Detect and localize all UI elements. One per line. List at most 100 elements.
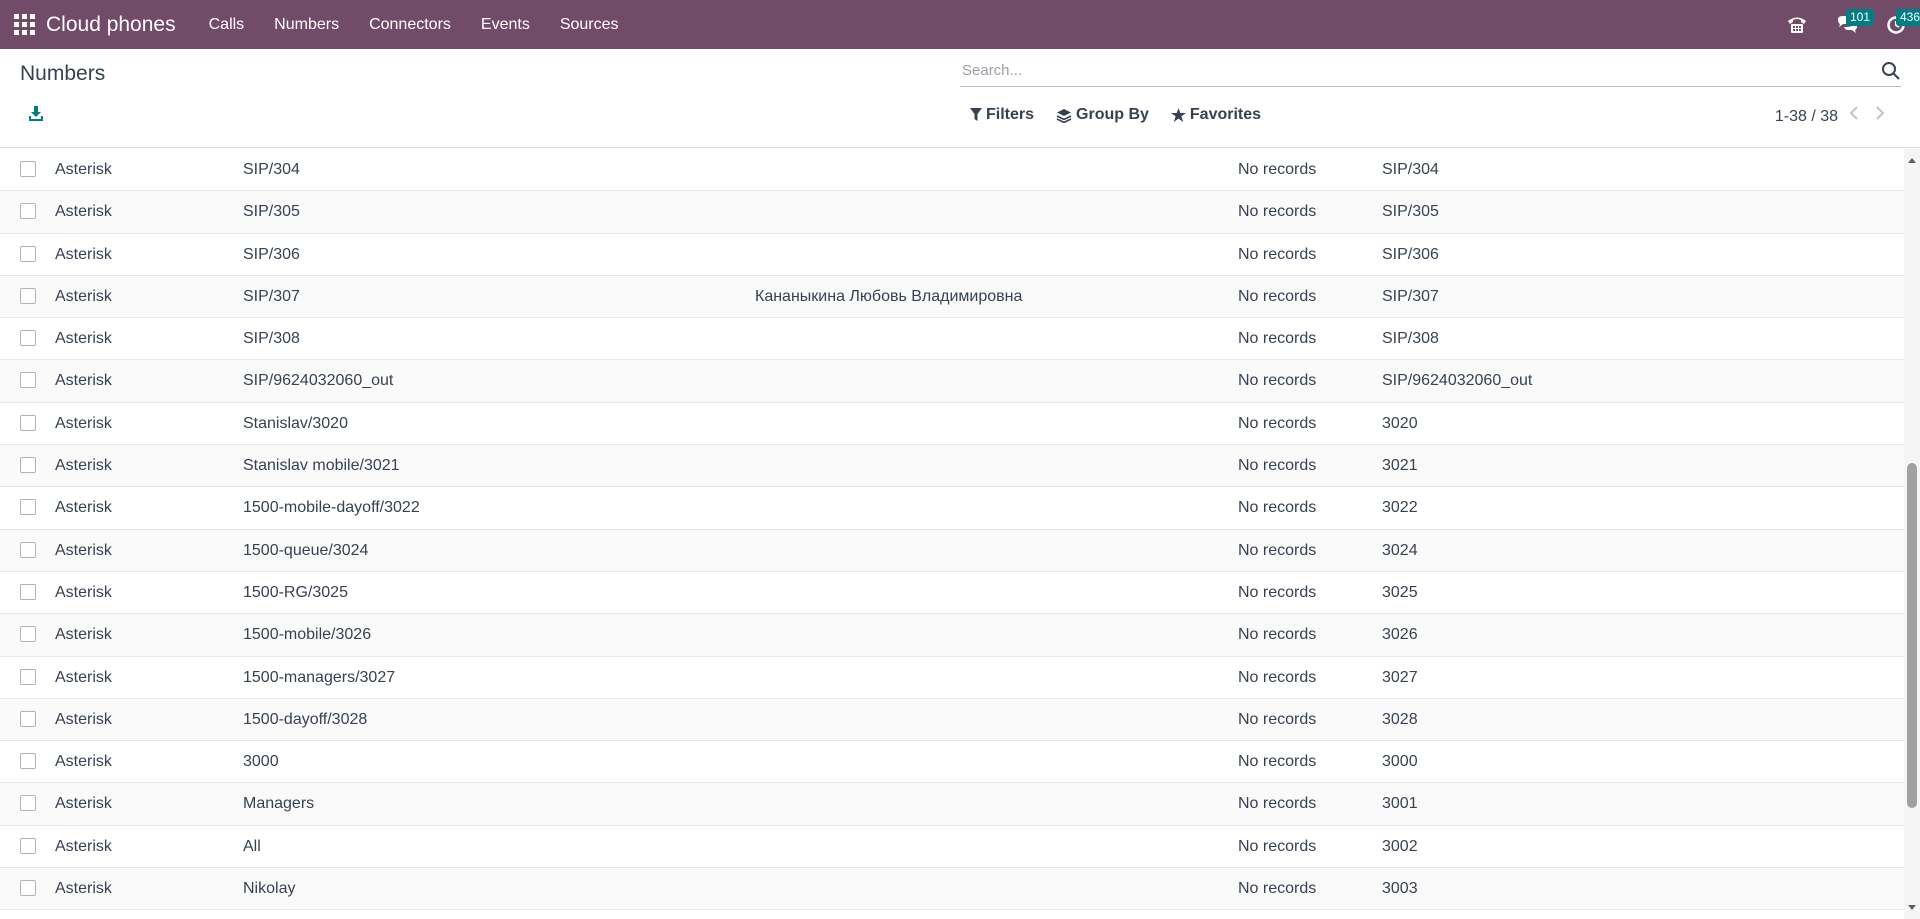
phone-icon — [1788, 17, 1806, 33]
records-cell: No records — [1238, 753, 1317, 771]
connector-cell: Asterisk — [55, 583, 112, 601]
scroll-up-arrow-icon[interactable] — [1907, 155, 1917, 165]
menu-item-numbers[interactable]: Numbers — [259, 0, 354, 49]
name-cell: 3000 — [243, 753, 279, 771]
table-row[interactable]: Asterisk SIP/304 No records SIP/304 — [0, 149, 1904, 192]
row-checkbox[interactable] — [20, 161, 36, 177]
name-cell: SIP/9624032060_out — [243, 372, 394, 390]
table-row[interactable]: Asterisk SIP/305 No records SIP/305 — [0, 191, 1904, 234]
layers-icon — [1056, 108, 1072, 123]
apps-menu-icon[interactable] — [12, 13, 36, 37]
menu-item-calls[interactable]: Calls — [194, 0, 260, 49]
messages-count-badge: 101 — [1846, 9, 1875, 26]
favorites-button[interactable]: Favorites — [1170, 106, 1261, 124]
table-row[interactable]: Asterisk 1500-queue/3024 No records 3024 — [0, 529, 1904, 572]
number-cell: 3001 — [1382, 795, 1418, 813]
number-cell: SIP/304 — [1382, 161, 1439, 178]
number-cell: 3024 — [1382, 541, 1418, 559]
row-checkbox[interactable] — [20, 499, 36, 516]
row-checkbox[interactable] — [20, 837, 36, 854]
row-checkbox[interactable] — [20, 626, 36, 643]
records-cell: No records — [1238, 795, 1317, 813]
connector-cell: Asterisk — [55, 541, 112, 559]
row-checkbox[interactable] — [20, 583, 36, 600]
row-checkbox[interactable] — [20, 203, 36, 220]
table-row[interactable]: Asterisk 3000 No records 3000 — [0, 741, 1904, 784]
number-cell: 3000 — [1382, 753, 1418, 771]
row-checkbox[interactable] — [20, 414, 36, 431]
row-checkbox[interactable] — [20, 245, 36, 262]
number-cell: SIP/308 — [1382, 330, 1439, 348]
search-input[interactable] — [960, 56, 1860, 84]
records-cell: No records — [1238, 668, 1317, 686]
name-cell: SIP/305 — [243, 203, 300, 221]
search-icon[interactable] — [1881, 61, 1901, 81]
row-checkbox[interactable] — [20, 710, 36, 727]
name-cell: 1500-managers/3027 — [243, 668, 396, 686]
menu-item-sources[interactable]: Sources — [545, 0, 634, 49]
table-row[interactable]: Asterisk 1500-mobile/3026 No records 3026 — [0, 614, 1904, 657]
filters-button[interactable]: Filters — [970, 106, 1034, 124]
number-cell: 3028 — [1382, 710, 1418, 728]
group-by-label: Group By — [1076, 106, 1149, 123]
pager-value[interactable]: 1-38 / 38 — [1775, 108, 1838, 126]
download-icon — [29, 106, 43, 121]
menu-item-connectors[interactable]: Connectors — [354, 0, 466, 49]
group-by-button[interactable]: Group By — [1056, 106, 1149, 124]
scroll-down-arrow-icon[interactable] — [1907, 903, 1917, 913]
scroll-thumb[interactable] — [1907, 463, 1917, 808]
systray: 101 436 — [1772, 0, 1920, 49]
table-row[interactable]: Asterisk 1500-managers/3027 No records 3027 — [0, 657, 1904, 699]
table-row[interactable]: Asterisk SIP/306 No records SIP/306 — [0, 234, 1904, 276]
download-button[interactable] — [28, 105, 52, 129]
row-checkbox[interactable] — [20, 330, 36, 347]
connector-cell: Asterisk — [55, 414, 112, 432]
row-checkbox[interactable] — [20, 457, 36, 474]
table-row[interactable]: Asterisk All No records 3002 — [0, 826, 1904, 869]
name-cell: 1500-queue/3024 — [243, 541, 369, 559]
name-cell: All — [243, 837, 261, 855]
table-row[interactable]: Asterisk SIP/308 No records SIP/308 — [0, 318, 1904, 361]
table-row[interactable]: Asterisk 1500-dayoff/3028 No records 3028 — [0, 698, 1904, 742]
filters-label: Filters — [986, 106, 1035, 123]
numbers-list: Asterisk SIP/304 No records SIP/304 Asteris… — [0, 149, 1904, 919]
records-cell: No records — [1238, 837, 1317, 855]
table-row[interactable]: Asterisk 1500-mobile-dayoff/3022 No record… — [0, 487, 1904, 530]
table-row[interactable]: Asterisk 1500-RG/3025 No records 3025 — [0, 572, 1904, 615]
phone-tray-button[interactable] — [1772, 0, 1822, 49]
table-row[interactable]: Asterisk Stanislav mobile/3021 No records 3… — [0, 445, 1904, 488]
row-checkbox[interactable] — [20, 795, 36, 812]
menu-item-events[interactable]: Events — [466, 0, 545, 49]
table-row[interactable]: Asterisk Managers No records 3001 — [0, 783, 1904, 826]
table-row[interactable]: Asterisk SIP/9624032060_out No records SIP/… — [0, 360, 1904, 403]
row-checkbox[interactable] — [20, 753, 36, 770]
row-checkbox[interactable] — [20, 880, 36, 897]
row-checkbox[interactable] — [20, 668, 36, 685]
row-checkbox[interactable] — [20, 372, 36, 389]
messages-tray-button[interactable]: 101 — [1822, 0, 1875, 49]
control-panel: Numbers Filters Group By Favorites 1-38 … — [0, 49, 1920, 148]
connector-cell: Asterisk — [55, 203, 112, 221]
name-cell: SIP/306 — [243, 245, 300, 263]
row-checkbox[interactable] — [20, 287, 36, 304]
name-cell: SIP/304 — [243, 161, 300, 178]
records-cell: No records — [1238, 287, 1317, 305]
name-cell: Stanislav mobile/3021 — [243, 457, 400, 475]
records-cell: No records — [1238, 626, 1317, 644]
pager-previous-button[interactable] — [1848, 105, 1868, 129]
pager-next-button[interactable] — [1874, 105, 1894, 129]
table-row[interactable]: Asterisk Nikolay No records 3003 — [0, 868, 1904, 911]
user-cell: Кананыкина Любовь Владимировна — [755, 287, 1023, 305]
table-row[interactable]: Asterisk SIP/307 Кананыкина Любовь Владими… — [0, 275, 1904, 319]
connector-cell: Asterisk — [55, 626, 112, 644]
activities-tray-button[interactable]: 436 — [1872, 0, 1920, 49]
connector-cell: Asterisk — [55, 795, 112, 813]
row-checkbox[interactable] — [20, 541, 36, 558]
chevron-left-icon — [1849, 106, 1858, 120]
records-cell: No records — [1238, 372, 1317, 390]
app-brand[interactable]: Cloud phones — [46, 13, 176, 37]
activities-count-badge: 436 — [1896, 9, 1920, 26]
table-row[interactable]: Asterisk Stanislav/3020 No records 3020 — [0, 403, 1904, 446]
page-title: Numbers — [20, 62, 106, 85]
list-scrollbar[interactable] — [1904, 149, 1920, 919]
